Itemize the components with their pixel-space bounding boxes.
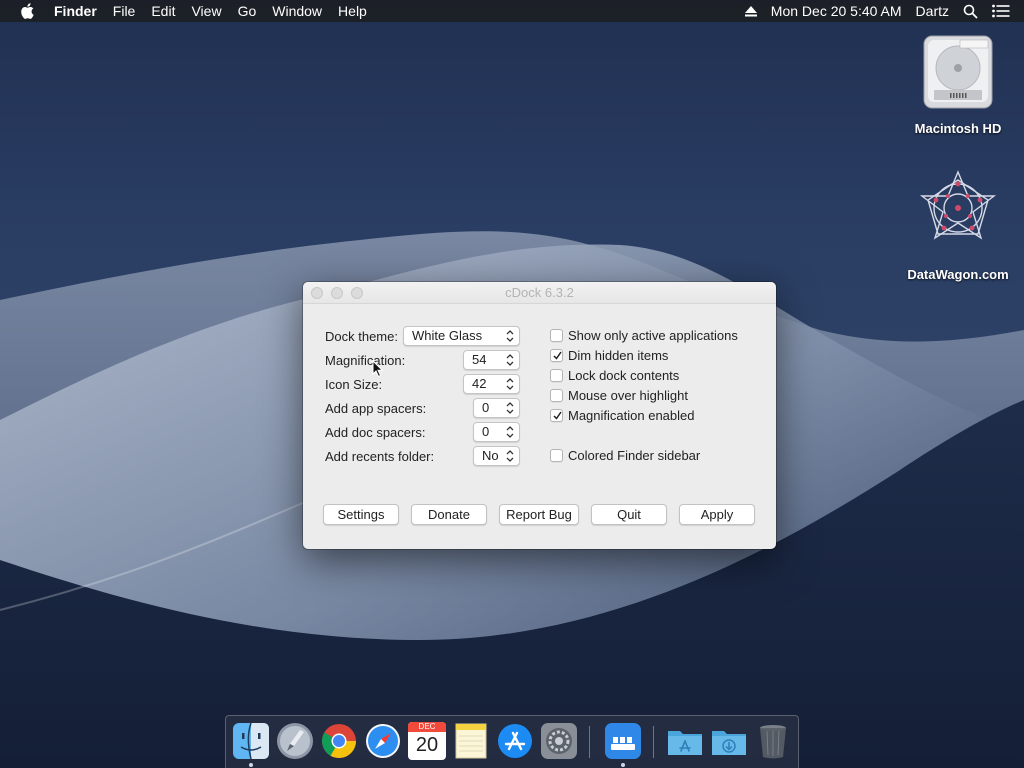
calendar-icon[interactable]: DEC 20 xyxy=(408,722,446,760)
menu-clock[interactable]: Mon Dec 20 5:40 AM xyxy=(771,3,902,19)
checkmark-icon xyxy=(553,351,562,360)
running-indicator xyxy=(249,763,253,767)
checkbox-colored-finder-sidebar[interactable]: Colored Finder sidebar xyxy=(550,448,700,463)
dock-separator xyxy=(589,726,590,758)
magnification-value: 54 xyxy=(472,352,487,367)
dock: DEC 20 xyxy=(225,715,799,768)
app-store-icon[interactable] xyxy=(496,722,534,760)
cdock-window: cDock 6.3.2 Dock theme: White Glass Magn… xyxy=(303,282,776,549)
close-button[interactable] xyxy=(311,287,323,299)
notification-center-icon[interactable] xyxy=(992,4,1010,18)
checkbox-dim-hidden-items[interactable]: Dim hidden items xyxy=(550,348,668,363)
dock-theme-value: White Glass xyxy=(412,328,483,343)
doc-spacers-value: 0 xyxy=(482,424,490,439)
apply-button[interactable]: Apply xyxy=(679,504,755,525)
stepper-arrows-icon[interactable] xyxy=(505,376,515,392)
menu-window[interactable]: Window xyxy=(272,3,332,19)
menu-bar: Finder File Edit View Go Window Help Mon… xyxy=(0,0,1024,22)
chevron-up-down-icon xyxy=(506,330,514,342)
menu-edit[interactable]: Edit xyxy=(151,3,185,19)
finder-icon[interactable] xyxy=(232,722,270,760)
app-spacers-stepper[interactable]: 0 xyxy=(473,398,520,418)
downloads-folder-icon[interactable] xyxy=(710,722,748,760)
notes-icon[interactable] xyxy=(452,722,490,760)
cdock-icon[interactable] xyxy=(604,722,642,760)
running-indicator xyxy=(621,763,625,767)
desktop-icon-label: DataWagon.com xyxy=(907,267,1009,282)
system-preferences-icon[interactable] xyxy=(540,722,578,760)
safari-icon[interactable] xyxy=(364,722,402,760)
checkbox-label: Dim hidden items xyxy=(568,348,669,363)
checkbox-label: Lock dock contents xyxy=(568,368,680,383)
stepper-arrows-icon[interactable] xyxy=(505,424,515,440)
checkbox-label: Show only active applications xyxy=(568,328,738,343)
dock-theme-label: Dock theme: xyxy=(325,329,398,344)
desktop-icon-datawagon[interactable]: DataWagon.com xyxy=(898,168,1018,282)
trash-icon[interactable] xyxy=(754,722,792,760)
recents-folder-popup[interactable]: No xyxy=(473,446,520,466)
mouse-cursor-icon xyxy=(372,360,384,378)
checkbox-mouse-over-highlight[interactable]: Mouse over highlight xyxy=(550,388,688,403)
dock-theme-popup[interactable]: White Glass xyxy=(403,326,520,346)
checkbox-label: Mouse over highlight xyxy=(568,388,688,403)
menu-go[interactable]: Go xyxy=(238,3,267,19)
checkmark-icon xyxy=(553,411,562,420)
dock-separator xyxy=(653,726,654,758)
report-bug-button[interactable]: Report Bug xyxy=(499,504,579,525)
doc-spacers-label: Add doc spacers: xyxy=(325,425,426,440)
checkbox-magnification-enabled[interactable]: Magnification enabled xyxy=(550,408,694,423)
eject-icon[interactable] xyxy=(744,5,757,17)
checkbox-unchecked[interactable] xyxy=(550,369,563,382)
checkbox-label: Colored Finder sidebar xyxy=(568,448,701,463)
menu-help[interactable]: Help xyxy=(338,3,377,19)
icon-size-value: 42 xyxy=(472,376,487,391)
checkbox-checked[interactable] xyxy=(550,409,563,422)
checkbox-unchecked[interactable] xyxy=(550,329,563,342)
desktop-icon-macintosh-hd[interactable]: Macintosh HD xyxy=(898,32,1018,136)
checkbox-unchecked[interactable] xyxy=(550,389,563,402)
menu-view[interactable]: View xyxy=(191,3,231,19)
chevron-up-down-icon xyxy=(506,450,514,462)
window-title: cDock 6.3.2 xyxy=(505,285,574,300)
checkbox-lock-dock-contents[interactable]: Lock dock contents xyxy=(550,368,679,383)
recents-folder-value: No xyxy=(482,448,499,463)
app-spacers-label: Add app spacers: xyxy=(325,401,427,416)
spotlight-search-icon[interactable] xyxy=(963,4,978,19)
window-titlebar[interactable]: cDock 6.3.2 xyxy=(303,282,776,304)
apple-menu[interactable] xyxy=(0,2,56,20)
quit-button[interactable]: Quit xyxy=(591,504,667,525)
magnification-label: Magnification: xyxy=(325,353,406,368)
calendar-month: DEC xyxy=(408,722,446,732)
checkbox-show-only-active[interactable]: Show only active applications xyxy=(550,328,738,343)
checkbox-label: Magnification enabled xyxy=(568,408,695,423)
chrome-icon[interactable] xyxy=(320,722,358,760)
menu-app-name[interactable]: Finder xyxy=(54,3,107,19)
checkbox-checked[interactable] xyxy=(550,349,563,362)
hard-drive-icon xyxy=(923,35,993,109)
icon-size-stepper[interactable]: 42 xyxy=(463,374,520,394)
checkbox-unchecked[interactable] xyxy=(550,449,563,462)
stepper-arrows-icon[interactable] xyxy=(505,400,515,416)
minimize-button[interactable] xyxy=(331,287,343,299)
apple-icon xyxy=(21,3,34,19)
menu-user[interactable]: Dartz xyxy=(916,3,949,19)
launchpad-icon[interactable] xyxy=(276,722,314,760)
icon-size-label: Icon Size: xyxy=(325,377,383,392)
calendar-day: 20 xyxy=(415,734,439,756)
app-spacers-value: 0 xyxy=(482,400,490,415)
desktop-icon-label: Macintosh HD xyxy=(914,121,1002,136)
stepper-arrows-icon[interactable] xyxy=(505,352,515,368)
datawagon-logo-icon xyxy=(919,170,997,240)
zoom-button[interactable] xyxy=(351,287,363,299)
magnification-stepper[interactable]: 54 xyxy=(463,350,520,370)
donate-button[interactable]: Donate xyxy=(411,504,487,525)
applications-folder-icon[interactable] xyxy=(666,722,704,760)
recents-folder-label: Add recents folder: xyxy=(325,449,435,464)
settings-button[interactable]: Settings xyxy=(323,504,399,525)
doc-spacers-stepper[interactable]: 0 xyxy=(473,422,520,442)
menu-file[interactable]: File xyxy=(113,3,146,19)
